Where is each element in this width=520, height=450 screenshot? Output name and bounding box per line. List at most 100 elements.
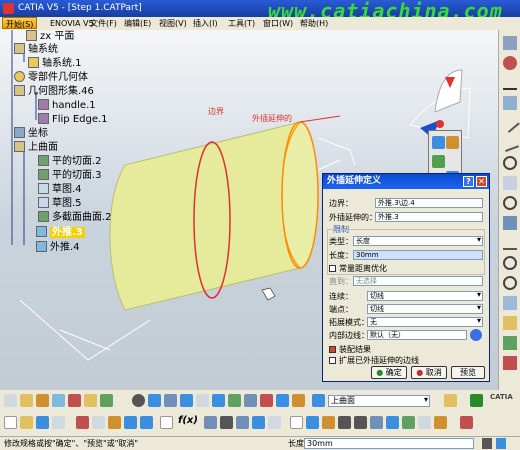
preview-button[interactable]: 预览 bbox=[451, 366, 485, 379]
geometrical-set-select[interactable]: 上曲面 bbox=[328, 395, 430, 407]
toolbar-icon[interactable] bbox=[444, 394, 457, 407]
toolbar-icon[interactable] bbox=[180, 394, 193, 407]
menu-file[interactable]: 文件(F) bbox=[90, 17, 117, 30]
toolbar-icon[interactable] bbox=[196, 394, 209, 407]
continuity-select[interactable]: 切线 bbox=[367, 291, 483, 301]
plane-icon[interactable] bbox=[503, 96, 517, 110]
constant-distance-checkbox[interactable] bbox=[329, 265, 336, 272]
ok-button[interactable]: ● 确定 bbox=[371, 366, 407, 379]
toolbar-icon[interactable] bbox=[460, 416, 473, 429]
circle-icon[interactable] bbox=[503, 256, 517, 270]
status-length-field[interactable]: 30mm bbox=[304, 438, 474, 449]
helix-icon[interactable] bbox=[503, 216, 517, 230]
zoom-in-icon[interactable] bbox=[338, 416, 351, 429]
toolbar-icon[interactable] bbox=[244, 394, 257, 407]
toolbar-icon[interactable] bbox=[68, 394, 81, 407]
toolbar-icon[interactable] bbox=[52, 394, 65, 407]
line-icon[interactable] bbox=[503, 76, 517, 90]
menu-help[interactable]: 帮助(H) bbox=[300, 17, 328, 30]
formula-icon[interactable]: f(x) bbox=[178, 415, 198, 426]
curve-icon[interactable] bbox=[503, 236, 517, 250]
toolbar-icon[interactable] bbox=[470, 394, 483, 407]
tree-item-flat-cut-2[interactable]: 平的切面.2 bbox=[38, 155, 102, 168]
circle-icon[interactable] bbox=[503, 196, 517, 210]
menu-tools[interactable]: 工具(T) bbox=[228, 17, 255, 30]
tree-item-flat-cut-3[interactable]: 平的切面.3 bbox=[38, 169, 102, 182]
toolbar-icon[interactable] bbox=[446, 136, 459, 149]
toolbar-icon[interactable] bbox=[148, 394, 161, 407]
copy-icon[interactable] bbox=[92, 416, 105, 429]
polyline-icon[interactable] bbox=[501, 134, 519, 152]
stop-icon[interactable] bbox=[482, 438, 492, 449]
hide-show-icon[interactable] bbox=[418, 416, 431, 429]
toolbar-icon[interactable] bbox=[312, 394, 325, 407]
toolbar-icon[interactable] bbox=[204, 416, 217, 429]
tree-item-axis-system[interactable]: 轴系统 bbox=[14, 43, 58, 56]
views-icon[interactable] bbox=[386, 416, 399, 429]
menu-edit[interactable]: 编辑(E) bbox=[124, 17, 151, 30]
toolbar-icon[interactable] bbox=[164, 394, 177, 407]
toolbar-icon[interactable] bbox=[496, 438, 506, 449]
tree-item-sketch-5[interactable]: 草图.5 bbox=[38, 197, 82, 210]
swap-visible-icon[interactable] bbox=[434, 416, 447, 429]
rotate-icon[interactable] bbox=[322, 416, 335, 429]
menu-enovia[interactable]: ENOVIA V5 bbox=[50, 17, 94, 30]
tree-item-multi-section-surface[interactable]: 多截面曲面.2 bbox=[38, 211, 112, 224]
point-icon[interactable] bbox=[503, 56, 517, 70]
toolbar-icon[interactable] bbox=[132, 394, 145, 407]
tree-item-sketch-4[interactable]: 草图.4 bbox=[38, 183, 82, 196]
normal-view-icon[interactable] bbox=[370, 416, 383, 429]
toolbar-icon[interactable] bbox=[432, 136, 445, 149]
type-select[interactable]: 长度 bbox=[353, 236, 483, 246]
axis-icon[interactable] bbox=[503, 36, 517, 50]
toolbar-icon[interactable] bbox=[260, 394, 273, 407]
toolbar-icon[interactable] bbox=[20, 394, 33, 407]
length-field[interactable]: 30mm bbox=[353, 250, 483, 260]
toolbar-icon[interactable] bbox=[84, 394, 97, 407]
tree-item-axis-system-1[interactable]: 轴系统.1 bbox=[28, 57, 82, 70]
constant-distance-option[interactable]: 常量距离优化 bbox=[329, 263, 387, 274]
sweep-icon[interactable] bbox=[503, 296, 517, 310]
tree-item-extrapol-3[interactable]: 外推.3 bbox=[36, 226, 85, 239]
redo-icon[interactable] bbox=[140, 416, 153, 429]
help-icon[interactable]: ? bbox=[463, 176, 474, 187]
circle-icon[interactable] bbox=[503, 156, 517, 170]
undo-icon[interactable] bbox=[124, 416, 137, 429]
tree-item-upper-surface[interactable]: 上曲面 bbox=[14, 141, 58, 154]
extend-edges-option[interactable]: 扩展已外插延伸的边线 bbox=[329, 355, 419, 366]
assemble-option[interactable]: 装配结果 bbox=[329, 344, 371, 355]
cancel-button[interactable]: ● 取消 bbox=[411, 366, 447, 379]
menu-insert[interactable]: 插入(I) bbox=[193, 17, 218, 30]
inner-edges-field[interactable]: 默认（无） bbox=[367, 330, 467, 340]
close-icon[interactable]: ✕ bbox=[476, 176, 487, 187]
paste-icon[interactable] bbox=[108, 416, 121, 429]
menu-view[interactable]: 视图(V) bbox=[159, 17, 187, 30]
circle-icon[interactable] bbox=[503, 276, 517, 290]
extrapolated-field[interactable]: 外推.3 bbox=[375, 212, 483, 222]
tree-item-coordinates[interactable]: 坐标 bbox=[14, 127, 48, 140]
toolbar-icon[interactable] bbox=[292, 394, 305, 407]
toolbar-icon[interactable] bbox=[36, 394, 49, 407]
toolbar-icon[interactable] bbox=[268, 416, 281, 429]
fill-icon[interactable] bbox=[503, 336, 517, 350]
boundary-field[interactable]: 外推.3\边.4 bbox=[375, 198, 483, 208]
render-style-icon[interactable] bbox=[402, 416, 415, 429]
start-menu[interactable]: 开始(S) bbox=[2, 17, 38, 29]
toolbar-icon[interactable] bbox=[432, 155, 445, 168]
toolbar-icon[interactable] bbox=[236, 416, 249, 429]
tree-item-handle[interactable]: handle.1 bbox=[38, 99, 96, 112]
edit-list-icon[interactable] bbox=[470, 329, 482, 341]
propagation-select[interactable]: 无 bbox=[367, 317, 483, 327]
toolbar-icon[interactable] bbox=[220, 416, 233, 429]
tree-item-extrapol-4[interactable]: 外推.4 bbox=[36, 241, 80, 254]
line-icon[interactable] bbox=[500, 113, 520, 133]
until-field[interactable]: 无选择 bbox=[353, 276, 483, 286]
tree-item-part-body[interactable]: 零部件几何体 bbox=[14, 71, 88, 84]
whats-this-icon[interactable] bbox=[160, 416, 173, 429]
fit-all-icon[interactable] bbox=[290, 416, 303, 429]
ends-select[interactable]: 切线 bbox=[367, 304, 483, 314]
toolbar-icon[interactable] bbox=[212, 394, 225, 407]
tree-item-flip-edge[interactable]: Flip Edge.1 bbox=[38, 113, 108, 126]
toolbar-icon[interactable] bbox=[4, 394, 17, 407]
join-icon[interactable] bbox=[503, 356, 517, 370]
